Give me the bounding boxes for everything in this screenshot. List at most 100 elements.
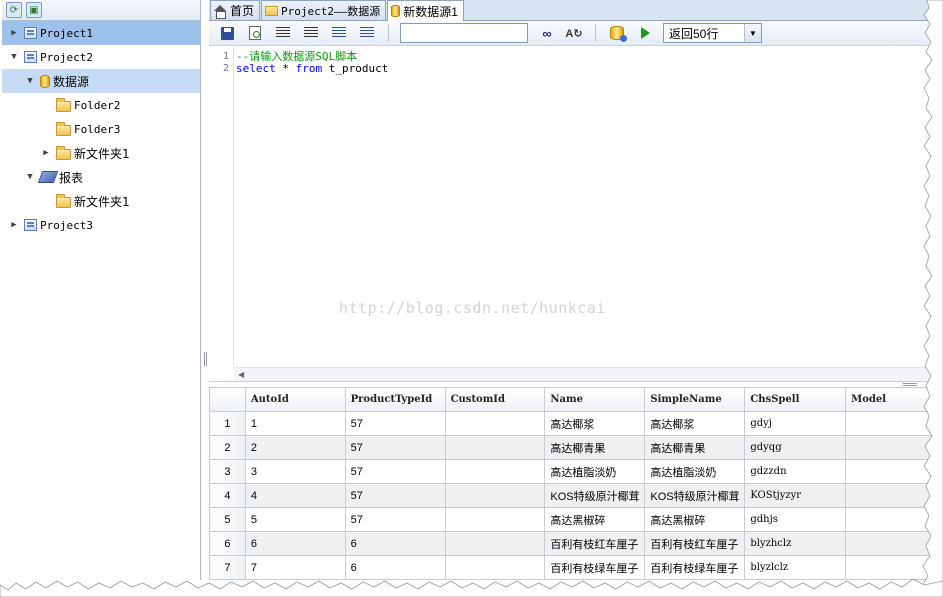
table-cell[interactable]: 3 xyxy=(244,459,346,484)
tree-node-label: Project3 xyxy=(40,218,93,232)
project-add-icon[interactable]: ▣ xyxy=(26,2,42,18)
table-cell[interactable]: 高达椰青果 xyxy=(644,435,746,460)
table-row[interactable]: 1 1 57 高达椰浆 高达椰浆 gdyj xyxy=(209,411,943,436)
table-cell[interactable]: 百利有枝红车厘子 xyxy=(644,531,746,556)
table-cell[interactable]: KOS特级原汁椰茸 xyxy=(544,483,646,508)
tree-node[interactable]: 新文件夹1 xyxy=(2,189,200,213)
row-number[interactable]: 1 xyxy=(209,411,246,436)
table-cell[interactable]: 高达植脂淡奶 xyxy=(644,459,746,484)
table-cell[interactable]: 57 xyxy=(344,411,446,436)
table-cell[interactable]: KOS特级原汁椰茸 xyxy=(644,483,746,508)
table-cell[interactable]: 高达黑椒碎 xyxy=(544,507,646,532)
table-row[interactable]: 3 3 57 高达植脂淡奶 高达植脂淡奶 gdzzdn xyxy=(209,459,943,484)
row-number[interactable]: 4 xyxy=(209,483,246,508)
tree-node[interactable]: ▶ Project1 xyxy=(2,21,200,45)
tree-node[interactable]: ▼ 数据源 xyxy=(2,69,200,93)
search-input[interactable] xyxy=(400,23,528,43)
table-cell[interactable]: 57 xyxy=(344,483,446,508)
uncomment-button[interactable] xyxy=(357,23,377,43)
column-header[interactable]: ChsSpell xyxy=(744,387,847,412)
save-button[interactable] xyxy=(217,23,237,43)
rows-limit-select[interactable]: 返回50行 ▼ xyxy=(663,23,762,43)
result-grid[interactable]: AutoId ProductTypeId CustomId Name SimpleNam… xyxy=(209,387,943,580)
datasource-run-button[interactable] xyxy=(607,23,627,43)
table-cell[interactable]: 高达椰浆 xyxy=(644,411,746,436)
table-cell[interactable]: blyzhclz xyxy=(744,531,847,556)
table-cell[interactable] xyxy=(444,483,546,508)
row-number[interactable]: 2 xyxy=(209,435,246,460)
comment-button[interactable] xyxy=(329,23,349,43)
table-cell[interactable]: gdzzdn xyxy=(744,459,847,484)
row-number[interactable]: 5 xyxy=(209,507,246,532)
table-cell[interactable]: 高达椰青果 xyxy=(544,435,646,460)
replace-button[interactable]: A↻ xyxy=(564,23,584,43)
tree-node[interactable]: Folder2 xyxy=(2,93,200,117)
tab-project2-datasource[interactable]: Project2——数据源 xyxy=(261,0,387,20)
tree-node[interactable]: Folder3 xyxy=(2,117,200,141)
expand-arrow-icon[interactable]: ▶ xyxy=(8,28,20,38)
table-cell[interactable]: KOStjyzyr xyxy=(744,483,847,508)
vertical-splitter[interactable] xyxy=(202,0,209,580)
table-row[interactable]: 5 5 57 高达黑椒碎 高达黑椒碎 gdhjs xyxy=(209,507,943,532)
tree-node[interactable]: ▶ Project3 xyxy=(2,213,200,237)
torn-edge-right xyxy=(921,0,943,597)
table-cell[interactable] xyxy=(444,459,546,484)
find-button[interactable]: ∞ xyxy=(536,23,556,43)
table-cell[interactable]: 高达植脂淡奶 xyxy=(544,459,646,484)
format-button[interactable] xyxy=(245,23,265,43)
indent-button[interactable] xyxy=(273,23,293,43)
column-header[interactable]: SimpleName xyxy=(644,387,746,412)
table-cell[interactable]: 高达椰浆 xyxy=(544,411,646,436)
comment-icon xyxy=(332,27,346,39)
table-cell[interactable]: 57 xyxy=(344,459,446,484)
collapse-arrow-icon[interactable]: ▼ xyxy=(24,172,36,182)
tree-node[interactable]: ▼ Project2 xyxy=(2,45,200,69)
table-cell[interactable] xyxy=(444,411,546,436)
expand-arrow-icon[interactable]: ▶ xyxy=(8,220,20,230)
table-cell[interactable]: 5 xyxy=(244,507,346,532)
tree-node-label: 数据源 xyxy=(53,74,90,89)
table-cell[interactable]: 57 xyxy=(344,435,446,460)
code-area[interactable]: --请输入数据源SQL脚本 select * from t_product xyxy=(236,51,388,75)
tree-node[interactable]: ▶ 新文件夹1 xyxy=(2,141,200,165)
tab-home[interactable]: 首页 xyxy=(210,0,261,20)
row-number[interactable]: 6 xyxy=(209,531,246,556)
table-cell[interactable]: 1 xyxy=(244,411,346,436)
table-cell[interactable]: 6 xyxy=(244,531,346,556)
collapse-arrow-icon[interactable]: ▼ xyxy=(8,52,20,62)
column-header[interactable]: ProductTypeId xyxy=(344,387,446,412)
table-row[interactable]: 6 6 6 百利有枝红车厘子 百利有枝红车厘子 blyzhclz xyxy=(209,531,943,556)
expand-arrow-icon[interactable]: ▶ xyxy=(40,148,52,158)
horizontal-scrollbar[interactable]: ◀ xyxy=(234,367,943,381)
column-header[interactable]: AutoId xyxy=(244,387,346,412)
table-row[interactable]: 2 2 57 高达椰青果 高达椰青果 gdyqg xyxy=(209,435,943,460)
tree-node[interactable]: ▼ 报表 xyxy=(2,165,200,189)
row-header-corner[interactable] xyxy=(209,387,246,412)
table-cell[interactable] xyxy=(444,507,546,532)
table-cell[interactable]: gdyqg xyxy=(744,435,847,460)
refresh-icon[interactable]: ⟳ xyxy=(6,2,22,18)
table-cell[interactable]: 百利有枝红车厘子 xyxy=(544,531,646,556)
chevron-down-icon[interactable]: ▼ xyxy=(744,24,761,42)
database-run-icon xyxy=(610,26,627,42)
table-cell[interactable]: 高达黑椒碎 xyxy=(644,507,746,532)
table-cell[interactable]: 2 xyxy=(244,435,346,460)
execute-button[interactable] xyxy=(635,23,655,43)
collapse-arrow-icon[interactable]: ▼ xyxy=(24,76,36,86)
table-row[interactable]: 4 4 57 KOS特级原汁椰茸 KOS特级原汁椰茸 KOStjyzyr xyxy=(209,483,943,508)
table-cell[interactable] xyxy=(444,531,546,556)
table-cell[interactable]: 57 xyxy=(344,507,446,532)
column-header[interactable]: Name xyxy=(544,387,646,412)
table-cell[interactable]: gdhjs xyxy=(744,507,847,532)
sql-editor[interactable]: 1 2 --请输入数据源SQL脚本 select * from t_product… xyxy=(209,47,943,382)
table-cell[interactable]: 6 xyxy=(344,531,446,556)
tab-new-datasource[interactable]: 新数据源1 xyxy=(387,0,464,21)
table-cell[interactable]: gdyj xyxy=(744,411,847,436)
row-number[interactable]: 3 xyxy=(209,459,246,484)
outdent-button[interactable] xyxy=(301,23,321,43)
table-cell[interactable]: 4 xyxy=(244,483,346,508)
scroll-left-icon[interactable]: ◀ xyxy=(238,370,244,379)
splitter-grip[interactable] xyxy=(204,352,207,366)
column-header[interactable]: CustomId xyxy=(444,387,546,412)
table-cell[interactable] xyxy=(444,435,546,460)
